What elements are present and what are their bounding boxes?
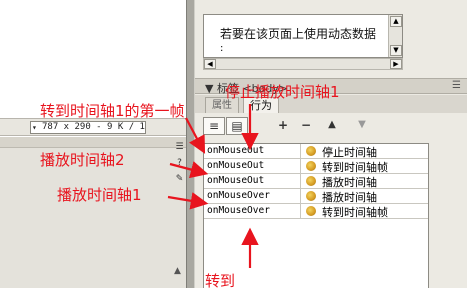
behavior-event[interactable]: onMouseOut <box>207 145 299 156</box>
move-down-button[interactable]: ▼ <box>355 117 369 135</box>
annotation-play-timeline2: 播放时间轴2 <box>40 151 125 169</box>
panel-divider[interactable] <box>186 0 195 288</box>
behavior-event[interactable]: onMouseOver <box>207 205 299 216</box>
left-side-icons: ☰ ? ✎ <box>174 142 186 190</box>
scroll-left-icon[interactable]: ◀ <box>204 59 216 69</box>
behavior-row[interactable]: onMouseOut 转到时间轴帧 <box>204 159 428 174</box>
behavior-action[interactable]: 播放时间轴 <box>322 189 377 205</box>
help-icon[interactable]: ? <box>174 158 185 169</box>
options-icon[interactable]: ☰ <box>174 142 185 153</box>
add-behavior-button[interactable]: + <box>275 117 291 135</box>
behavior-action-icon <box>306 206 316 216</box>
behaviors-list: onMouseOut 停止时间轴 onMouseOut 转到时间轴帧 onMou… <box>203 143 429 288</box>
right-panel-group: 若要在该页面上使用动态数据 : ▲ ▼ ◀ ▶ ▼ 标签 <body> ☰ 属性… <box>195 0 467 288</box>
behavior-action[interactable]: 播放时间轴 <box>322 174 377 190</box>
scroll-down-icon[interactable]: ▼ <box>390 45 402 56</box>
scroll-up-icon[interactable]: ▲ <box>390 16 402 27</box>
annotation-play-timeline1: 播放时间轴1 <box>57 186 142 204</box>
behaviors-toolbar: ≡ ▤ + − ▲ ▼ <box>195 113 467 139</box>
annotation-goto: 转到 <box>205 272 236 288</box>
scroll-right-icon[interactable]: ▶ <box>390 59 402 69</box>
behavior-action-icon <box>306 191 316 201</box>
behavior-event[interactable]: onMouseOver <box>207 190 299 201</box>
edit-icon[interactable]: ✎ <box>174 174 185 185</box>
behavior-action-icon <box>306 161 316 171</box>
behavior-action-icon <box>306 176 316 186</box>
left-panel-header <box>0 137 186 148</box>
dynamic-data-text: 若要在该页面上使用动态数据 <box>220 27 377 41</box>
behavior-event[interactable]: onMouseOut <box>207 160 299 171</box>
behavior-action[interactable]: 转到时间轴帧 <box>322 159 388 175</box>
dropdown-arrow-icon[interactable]: ▾ <box>32 122 37 133</box>
dynamic-data-colon: : <box>220 43 224 54</box>
annotation-stop-timeline1: 停止播放时间轴1 <box>225 83 340 101</box>
behavior-action[interactable]: 转到时间轴帧 <box>322 204 388 220</box>
bottom-expand-icon[interactable]: ▲ <box>174 266 186 276</box>
horizontal-scrollbar[interactable]: ◀ ▶ <box>203 58 403 70</box>
vertical-scrollbar[interactable]: ▲ ▼ <box>388 15 402 57</box>
behavior-event[interactable]: onMouseOut <box>207 175 299 186</box>
behavior-row[interactable]: onMouseOut 播放时间轴 <box>204 174 428 189</box>
behavior-row[interactable]: onMouseOver 播放时间轴 <box>204 189 428 204</box>
show-all-events-icon[interactable]: ▤ <box>226 117 248 135</box>
remove-behavior-button[interactable]: − <box>299 117 313 135</box>
bottom-strip <box>0 280 186 288</box>
window-size-field[interactable]: ▾ 787 x 290 - 9 K / 1 秒 <box>30 121 146 134</box>
window-size-label: 787 x 290 - 9 K / 1 秒 <box>42 122 145 132</box>
move-up-button[interactable]: ▲ <box>325 117 339 135</box>
show-set-events-icon[interactable]: ≡ <box>203 117 225 135</box>
panel-menu-icon[interactable]: ☰ <box>452 80 461 91</box>
behavior-action-icon <box>306 146 316 156</box>
behavior-row[interactable]: onMouseOver 转到时间轴帧 <box>204 204 428 219</box>
annotation-goto-frame: 转到时间轴1的第一帧 <box>40 102 185 120</box>
behavior-row[interactable]: onMouseOut 停止时间轴 <box>204 144 428 159</box>
behavior-action[interactable]: 停止时间轴 <box>322 144 377 160</box>
dynamic-data-textarea[interactable]: 若要在该页面上使用动态数据 : ▲ ▼ <box>203 14 403 58</box>
